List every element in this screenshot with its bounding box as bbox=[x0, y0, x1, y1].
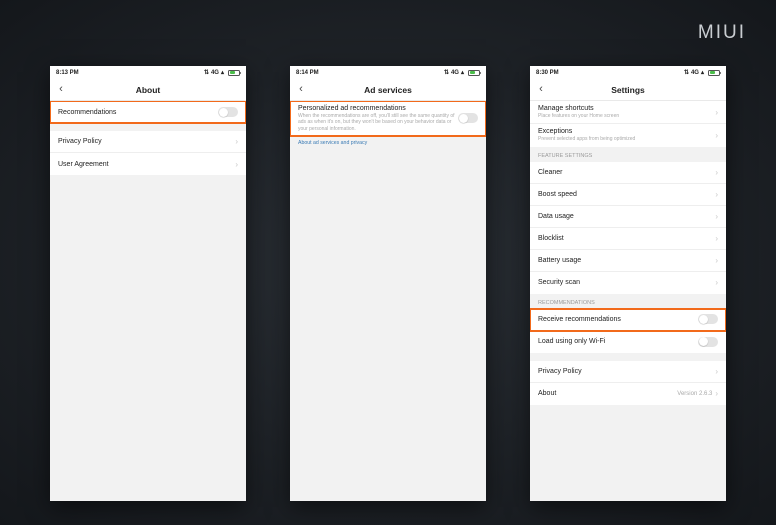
row-label: About bbox=[538, 390, 677, 397]
status-signal: ⇅4G▴ bbox=[684, 69, 704, 76]
chevron-right-icon: › bbox=[715, 367, 718, 376]
row-receive-recommendations[interactable]: Receive recommendations bbox=[530, 309, 726, 331]
chevron-right-icon: › bbox=[235, 137, 238, 146]
row-label: Data usage bbox=[538, 213, 715, 220]
title-bar: ‹ About bbox=[50, 79, 246, 101]
row-boost-speed[interactable]: Boost speed › bbox=[530, 184, 726, 206]
status-time: 8:14 PM bbox=[296, 70, 319, 76]
title-bar: ‹ Settings bbox=[530, 79, 726, 101]
row-wifi-only[interactable]: Load using only Wi-Fi bbox=[530, 331, 726, 353]
back-button[interactable]: ‹ bbox=[290, 84, 312, 95]
row-label: Manage shortcuts bbox=[538, 105, 715, 112]
chevron-right-icon: › bbox=[715, 234, 718, 243]
row-exceptions[interactable]: Exceptions Prevent selected apps from be… bbox=[530, 124, 726, 146]
row-sublabel: When the recommendations are off, you'll… bbox=[298, 113, 458, 132]
row-label: User Agreement bbox=[58, 161, 235, 168]
row-label: Blocklist bbox=[538, 235, 715, 242]
row-privacy-policy[interactable]: Privacy Policy › bbox=[530, 361, 726, 383]
row-cleaner[interactable]: Cleaner › bbox=[530, 162, 726, 184]
page-title: Ad services bbox=[290, 85, 486, 95]
battery-icon bbox=[708, 70, 720, 76]
chevron-right-icon: › bbox=[715, 131, 718, 140]
status-signal: ⇅4G▴ bbox=[204, 69, 224, 76]
row-personalized-ads[interactable]: Personalized ad recommendations When the… bbox=[290, 101, 486, 136]
row-label: Battery usage bbox=[538, 257, 715, 264]
back-button[interactable]: ‹ bbox=[530, 84, 552, 95]
battery-icon bbox=[228, 70, 240, 76]
row-label: Boost speed bbox=[538, 191, 715, 198]
section-header-feature: FEATURE SETTINGS bbox=[530, 147, 726, 162]
toggle-recommendations[interactable] bbox=[218, 107, 238, 117]
link-about-ad-services[interactable]: About ad services and privacy bbox=[290, 136, 486, 150]
row-label: Personalized ad recommendations bbox=[298, 105, 458, 112]
row-about[interactable]: About Version 2.6.3 › bbox=[530, 383, 726, 405]
chevron-right-icon: › bbox=[715, 389, 718, 398]
row-sublabel: Prevent selected apps from being optimiz… bbox=[538, 136, 715, 142]
row-data-usage[interactable]: Data usage › bbox=[530, 206, 726, 228]
row-label: Recommendations bbox=[58, 109, 218, 116]
section-header-recommendations: RECOMMENDATIONS bbox=[530, 294, 726, 309]
toggle-receive-recommendations[interactable] bbox=[698, 314, 718, 324]
row-sublabel: Place features on your Home screen bbox=[538, 113, 715, 119]
row-label: Load using only Wi-Fi bbox=[538, 338, 698, 345]
row-label: Receive recommendations bbox=[538, 316, 698, 323]
row-recommendations[interactable]: Recommendations bbox=[50, 101, 246, 123]
row-label: Security scan bbox=[538, 279, 715, 286]
status-signal: ⇅4G▴ bbox=[444, 69, 464, 76]
row-battery-usage[interactable]: Battery usage › bbox=[530, 250, 726, 272]
battery-icon bbox=[468, 70, 480, 76]
row-privacy-policy[interactable]: Privacy Policy › bbox=[50, 131, 246, 153]
chevron-right-icon: › bbox=[715, 212, 718, 221]
chevron-right-icon: › bbox=[715, 108, 718, 117]
row-user-agreement[interactable]: User Agreement › bbox=[50, 153, 246, 175]
chevron-right-icon: › bbox=[715, 168, 718, 177]
toggle-wifi-only[interactable] bbox=[698, 337, 718, 347]
row-label: Cleaner bbox=[538, 169, 715, 176]
row-label: Privacy Policy bbox=[538, 368, 715, 375]
chevron-right-icon: › bbox=[715, 256, 718, 265]
row-blocklist[interactable]: Blocklist › bbox=[530, 228, 726, 250]
row-label: Exceptions bbox=[538, 128, 715, 135]
back-button[interactable]: ‹ bbox=[50, 84, 72, 95]
chevron-right-icon: › bbox=[715, 190, 718, 199]
status-time: 8:30 PM bbox=[536, 70, 559, 76]
status-bar: 8:13 PM ⇅4G▴ bbox=[50, 66, 246, 79]
page-title: About bbox=[50, 85, 246, 95]
row-manage-shortcuts[interactable]: Manage shortcuts Place features on your … bbox=[530, 101, 726, 124]
chevron-right-icon: › bbox=[235, 160, 238, 169]
row-value: Version 2.6.3 bbox=[677, 391, 712, 397]
title-bar: ‹ Ad services bbox=[290, 79, 486, 101]
phone-about: 8:13 PM ⇅4G▴ ‹ About Recommendations Pri… bbox=[50, 66, 246, 501]
status-bar: 8:30 PM ⇅4G▴ bbox=[530, 66, 726, 79]
toggle-personalized-ads[interactable] bbox=[458, 113, 478, 123]
status-bar: 8:14 PM ⇅4G▴ bbox=[290, 66, 486, 79]
page-title: Settings bbox=[530, 85, 726, 95]
status-time: 8:13 PM bbox=[56, 70, 79, 76]
chevron-right-icon: › bbox=[715, 278, 718, 287]
row-label: Privacy Policy bbox=[58, 138, 235, 145]
row-security-scan[interactable]: Security scan › bbox=[530, 272, 726, 294]
phone-ad-services: 8:14 PM ⇅4G▴ ‹ Ad services Personalized … bbox=[290, 66, 486, 501]
phone-settings: 8:30 PM ⇅4G▴ ‹ Settings Manage shortcuts… bbox=[530, 66, 726, 501]
brand-label: MIUI bbox=[698, 22, 746, 44]
